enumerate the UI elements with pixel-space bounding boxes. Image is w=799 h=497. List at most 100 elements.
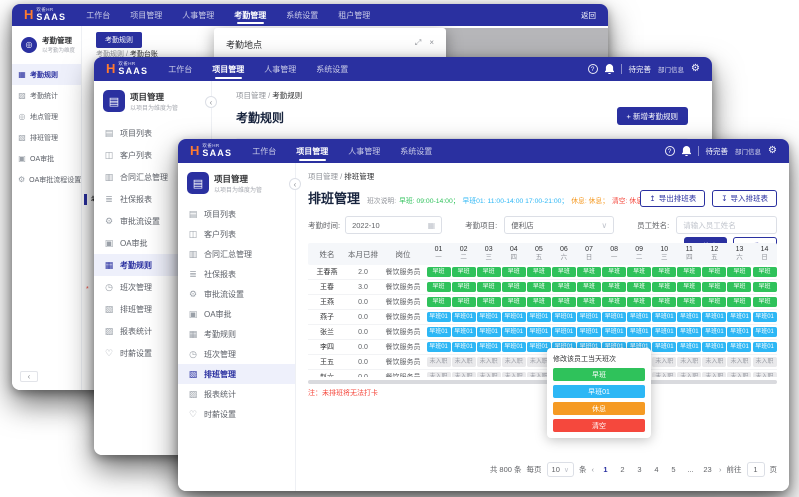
shift-badge[interactable]: 早班 <box>552 267 576 277</box>
shift-badge[interactable]: 早班01 <box>753 342 777 352</box>
shift-badge[interactable]: 早班 <box>477 297 501 307</box>
sidebar-collapse-button[interactable]: ‹ <box>289 178 301 190</box>
pager-page[interactable]: 2 <box>616 463 629 476</box>
shift-badge[interactable]: 早班 <box>477 267 501 277</box>
pager-page[interactable]: 1 <box>599 463 612 476</box>
settings-gear-icon[interactable]: ⚙ <box>768 146 777 156</box>
shift-badge[interactable]: 早班 <box>677 297 701 307</box>
shift-option[interactable]: 清空 <box>553 419 645 432</box>
shift-badge[interactable]: 早班01 <box>527 327 551 337</box>
shift-badge[interactable]: 早班01 <box>427 312 451 322</box>
page-size-select[interactable]: 10 ∨ <box>547 462 574 477</box>
shift-badge[interactable]: 早班 <box>602 282 626 292</box>
shift-badge[interactable]: 早班 <box>452 297 476 307</box>
pager-page[interactable]: 5 <box>667 463 680 476</box>
shift-badge[interactable]: 早班01 <box>652 342 676 352</box>
shift-badge[interactable]: 未入职 <box>452 357 476 367</box>
nav-item-3[interactable]: 人事管理 <box>182 4 214 26</box>
shift-badge[interactable]: 未入职 <box>727 372 751 377</box>
shift-option[interactable]: 休息 <box>553 402 645 415</box>
shift-badge[interactable]: 未入职 <box>427 357 451 367</box>
shift-badge[interactable]: 未入职 <box>753 372 777 377</box>
shift-badge[interactable]: 早班 <box>452 267 476 277</box>
horizontal-scrollbar[interactable] <box>308 380 777 384</box>
shift-badge[interactable]: 未入职 <box>702 372 726 377</box>
shift-badge[interactable]: 早班 <box>702 267 726 277</box>
shift-badge[interactable]: 早班 <box>427 297 451 307</box>
shift-badge[interactable]: 早班 <box>727 297 751 307</box>
nav-item-2[interactable]: 项目管理 <box>130 4 162 26</box>
shift-badge[interactable]: 早班 <box>502 297 526 307</box>
pager-page[interactable]: 4 <box>650 463 663 476</box>
goto-page-input[interactable] <box>747 462 765 477</box>
shift-badge[interactable]: 早班 <box>702 297 726 307</box>
sidebar-collapse-button[interactable]: ‹ <box>20 371 38 382</box>
shift-badge[interactable]: 未入职 <box>477 357 501 367</box>
shift-badge[interactable]: 早班 <box>577 297 601 307</box>
shift-badge[interactable]: 未入职 <box>502 372 526 377</box>
shift-badge[interactable]: 早班 <box>652 282 676 292</box>
shift-badge[interactable]: 早班01 <box>427 342 451 352</box>
shift-badge[interactable]: 早班01 <box>702 327 726 337</box>
nav-item-2[interactable]: 项目管理 <box>296 139 328 163</box>
sidebar-item-5[interactable]: ▣OA审批 <box>12 148 81 169</box>
employee-name-input[interactable] <box>683 221 770 230</box>
nav-item-4[interactable]: 系统设置 <box>400 139 432 163</box>
shift-badge[interactable]: 早班01 <box>452 327 476 337</box>
shift-badge[interactable]: 早班 <box>427 267 451 277</box>
notification-bell-icon[interactable] <box>605 64 614 74</box>
sidebar-item-11[interactable]: ♡时薪设置 <box>178 404 295 424</box>
shift-badge[interactable]: 早班01 <box>727 312 751 322</box>
shift-badge[interactable]: 早班 <box>577 282 601 292</box>
nav-item-1[interactable]: 工作台 <box>86 4 110 26</box>
shift-badge[interactable]: 早班 <box>702 282 726 292</box>
shift-badge[interactable]: 早班01 <box>727 342 751 352</box>
shift-badge[interactable]: 未入职 <box>652 372 676 377</box>
shift-badge[interactable]: 早班01 <box>602 312 626 322</box>
shift-badge[interactable]: 早班01 <box>452 312 476 322</box>
shift-badge[interactable]: 早班01 <box>727 327 751 337</box>
shift-badge[interactable]: 未入职 <box>702 357 726 367</box>
pager-page[interactable]: 3 <box>633 463 646 476</box>
shift-badge[interactable]: 早班01 <box>577 312 601 322</box>
shift-badge[interactable]: 早班 <box>552 282 576 292</box>
shift-badge[interactable]: 早班01 <box>552 312 576 322</box>
shift-badge[interactable]: 早班 <box>627 297 651 307</box>
user-org[interactable]: 部门信息 <box>735 146 761 156</box>
shift-badge[interactable]: 早班 <box>602 297 626 307</box>
shift-badge[interactable]: 早班 <box>452 282 476 292</box>
shift-badge[interactable]: 早班01 <box>502 312 526 322</box>
shift-badge[interactable]: 早班 <box>727 267 751 277</box>
shift-badge[interactable]: 未入职 <box>677 372 701 377</box>
shift-badge[interactable]: 早班 <box>677 267 701 277</box>
shift-badge[interactable]: 早班 <box>527 297 551 307</box>
shift-badge[interactable]: 早班 <box>427 282 451 292</box>
shift-badge[interactable]: 早班 <box>602 267 626 277</box>
nav-item-1[interactable]: 工作台 <box>168 57 192 81</box>
sidebar-item-9[interactable]: ▧排班管理 <box>178 364 295 384</box>
shift-badge[interactable]: 未入职 <box>652 357 676 367</box>
shift-badge[interactable]: 早班01 <box>627 327 651 337</box>
shift-badge[interactable]: 早班01 <box>753 312 777 322</box>
shift-badge[interactable]: 早班 <box>753 267 777 277</box>
nav-item-6[interactable]: 租户管理 <box>338 4 370 26</box>
help-icon[interactable]: ? <box>588 64 598 74</box>
shift-badge[interactable]: 未入职 <box>502 357 526 367</box>
shift-badge[interactable]: 早班 <box>527 267 551 277</box>
shift-badge[interactable]: 早班01 <box>702 312 726 322</box>
shift-badge[interactable]: 早班 <box>502 282 526 292</box>
import-schedule-button[interactable]: ↧ 导入排班表 <box>712 190 777 207</box>
user-name[interactable]: 待完善 <box>706 146 729 157</box>
shift-badge[interactable]: 早班 <box>677 282 701 292</box>
fullscreen-icon[interactable]: ⤢ <box>415 38 421 48</box>
nav-item-4[interactable]: 系统设置 <box>316 57 348 81</box>
settings-gear-icon[interactable]: ⚙ <box>691 64 700 74</box>
help-icon[interactable]: ? <box>665 146 675 156</box>
shift-badge[interactable]: 早班 <box>627 282 651 292</box>
sidebar-item-5[interactable]: ⚙审批流设置 <box>178 284 295 304</box>
nav-item-3[interactable]: 人事管理 <box>348 139 380 163</box>
shift-badge[interactable]: 早班01 <box>677 342 701 352</box>
sidebar-collapse-button[interactable]: ‹ <box>205 96 217 108</box>
sidebar-item-10[interactable]: ▨报表统计 <box>178 384 295 404</box>
shift-badge[interactable]: 早班 <box>552 297 576 307</box>
